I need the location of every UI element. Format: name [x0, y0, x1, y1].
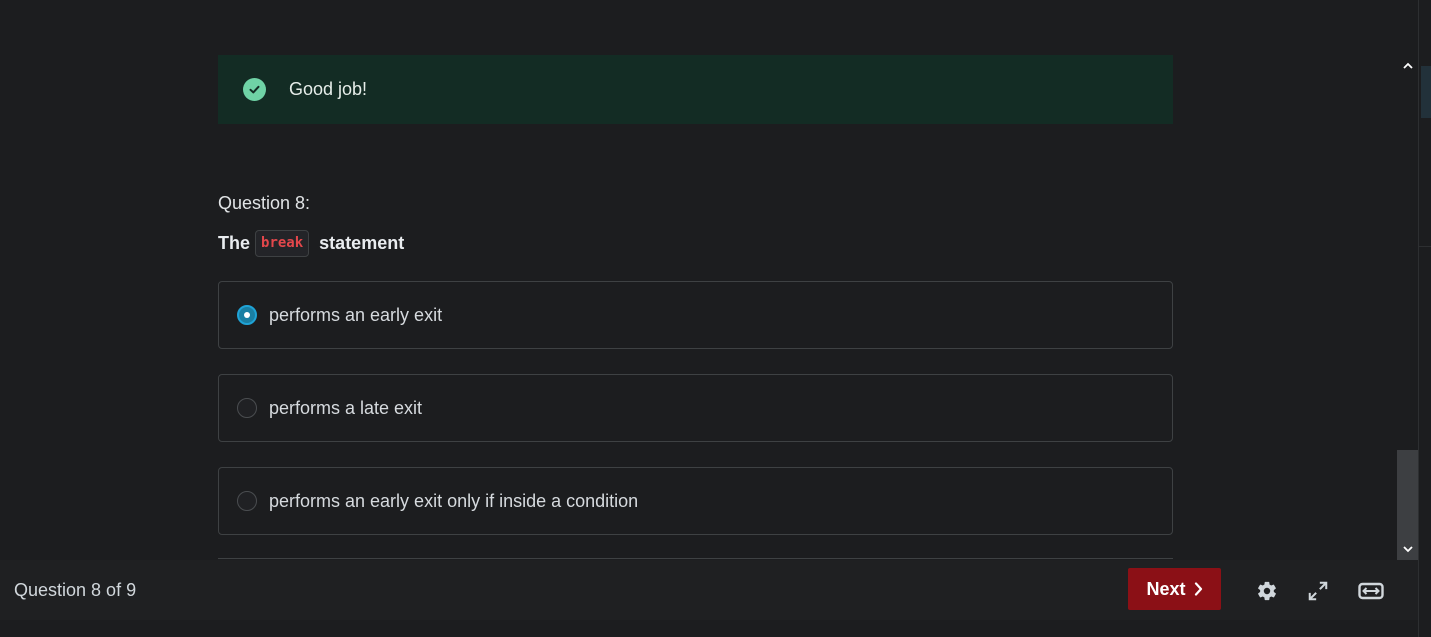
question-progress: Question 8 of 9: [14, 580, 137, 600]
prompt-text-before: The: [218, 233, 251, 253]
radio-selected[interactable]: [237, 305, 257, 325]
answer-option-label: performs an early exit: [269, 304, 443, 325]
prompt-text-after: statement: [319, 233, 405, 253]
expand-width-icon[interactable]: [1358, 579, 1384, 603]
feedback-message: Good job!: [289, 79, 368, 99]
fullscreen-icon[interactable]: [1306, 579, 1330, 603]
scrollbar[interactable]: [1397, 55, 1418, 560]
answer-option-1[interactable]: performs an early exit: [218, 281, 1173, 349]
next-button[interactable]: Next: [1128, 568, 1221, 610]
question-number: Question 8:: [218, 193, 311, 213]
code-snippet: break: [255, 230, 310, 257]
bottom-strip: [0, 620, 1418, 637]
next-button-label: Next: [1146, 578, 1186, 599]
side-panel-accent: [1421, 66, 1431, 118]
scrollbar-track[interactable]: [1397, 76, 1418, 560]
answer-option-2[interactable]: performs a late exit: [218, 374, 1173, 442]
chevron-up-icon[interactable]: [1397, 55, 1418, 76]
feedback-banner: Good job!: [218, 55, 1173, 124]
answer-option-label: performs a late exit: [269, 397, 423, 418]
radio-unselected[interactable]: [237, 398, 257, 418]
answer-option-label: performs an early exit only if inside a …: [269, 490, 639, 511]
side-panel-edge: [1418, 0, 1431, 637]
quiz-footer: Question 8 of 9 Next: [0, 560, 1418, 620]
radio-unselected[interactable]: [237, 491, 257, 511]
question-prompt: The break statement: [218, 230, 404, 257]
check-circle-icon: [243, 78, 266, 101]
quiz-viewport: Good job! Question 8: The break statemen…: [0, 0, 1418, 560]
chevron-down-icon[interactable]: [1397, 538, 1418, 559]
answer-option-3[interactable]: performs an early exit only if inside a …: [218, 467, 1173, 535]
side-panel-divider: [1419, 246, 1431, 247]
settings-icon[interactable]: [1255, 579, 1279, 603]
chevron-right-icon: [1194, 582, 1203, 596]
